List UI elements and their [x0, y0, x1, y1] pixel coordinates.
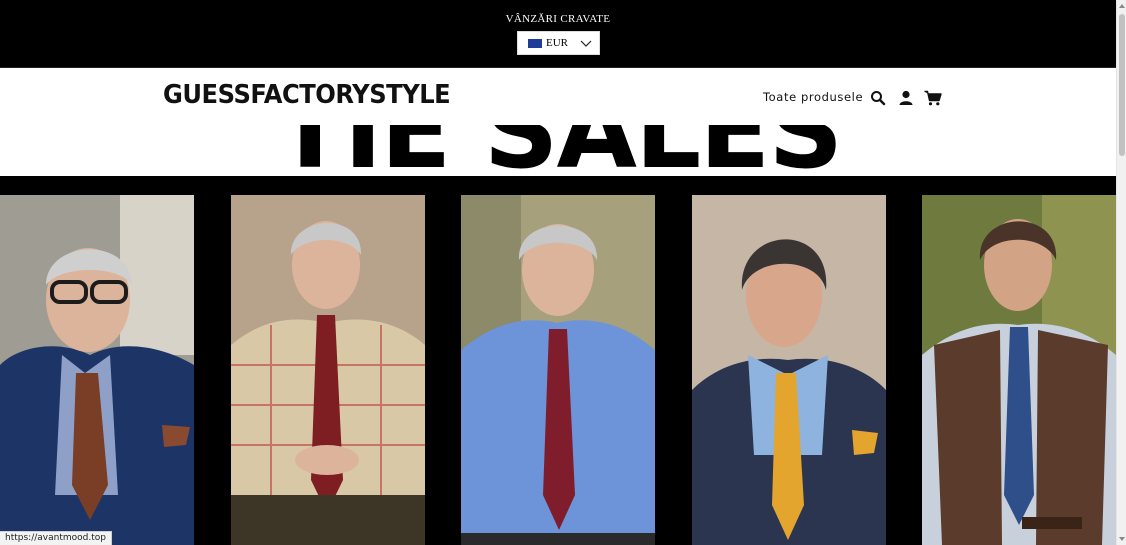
scroll-up-arrow-icon[interactable]	[1119, 3, 1125, 9]
product-image-4	[692, 195, 886, 545]
chevron-down-icon	[580, 40, 592, 47]
product-card-1[interactable]	[0, 195, 194, 545]
scrollbar-thumb[interactable]	[1119, 14, 1125, 156]
hero-title: TIE SALES	[0, 125, 1116, 176]
product-gallery	[0, 176, 1116, 545]
account-icon[interactable]	[898, 90, 914, 106]
cart-icon[interactable]	[924, 90, 942, 106]
status-bar-url: https://avantmood.top	[0, 531, 112, 545]
product-image-3	[461, 195, 655, 545]
product-image-2	[231, 195, 425, 545]
product-image-5	[922, 195, 1116, 545]
product-card-3[interactable]	[461, 195, 655, 545]
search-icon[interactable]	[870, 90, 886, 106]
hero-banner: TIE SALES	[0, 125, 1116, 176]
product-card-4[interactable]	[692, 195, 886, 545]
announcement-bar: VÂNZĂRI CRAVATE EUR	[0, 0, 1116, 68]
scroll-down-arrow-icon[interactable]	[1119, 536, 1125, 542]
currency-selector[interactable]: EUR	[517, 31, 600, 55]
announcement-text: VÂNZĂRI CRAVATE	[505, 13, 611, 25]
nav-link-all-products[interactable]: Toate produsele	[763, 90, 863, 104]
vertical-scrollbar[interactable]	[1116, 0, 1126, 545]
product-card-5[interactable]	[922, 195, 1116, 545]
site-header: GUESSFACTORYSTYLE Toate produsele	[0, 68, 1116, 125]
product-image-1	[0, 195, 194, 545]
site-logo[interactable]: GUESSFACTORYSTYLE	[163, 80, 451, 110]
currency-code: EUR	[546, 37, 568, 49]
product-card-2[interactable]	[231, 195, 425, 545]
eu-flag-icon	[528, 39, 542, 48]
